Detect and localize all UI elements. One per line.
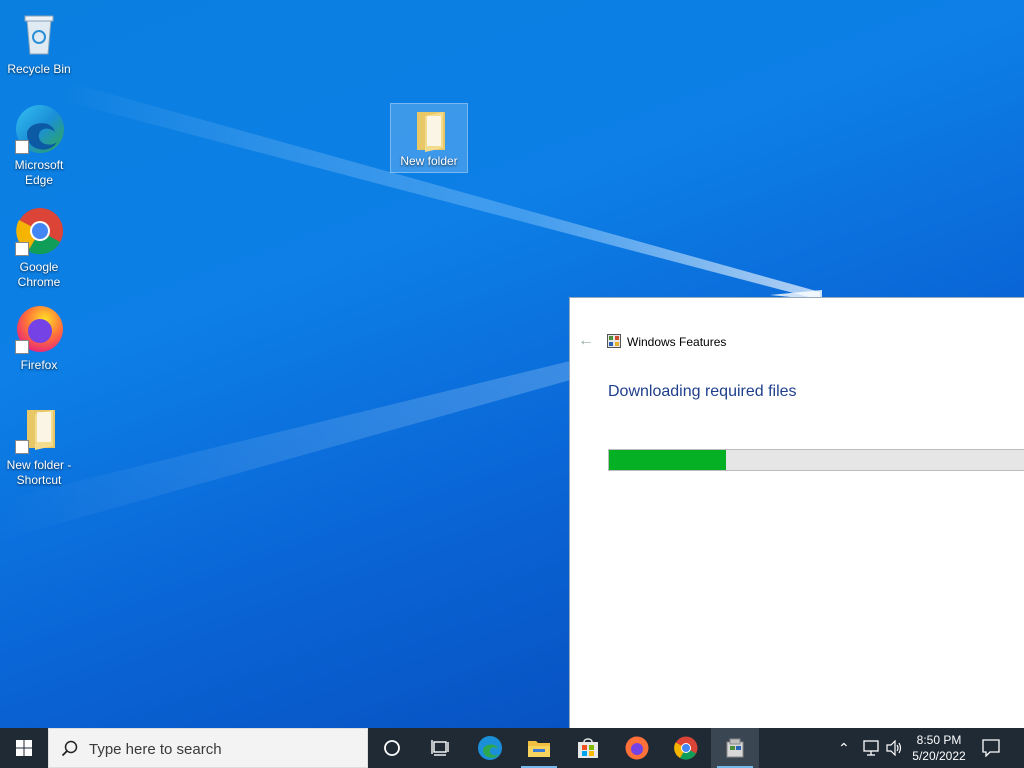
start-icon <box>16 740 32 756</box>
cortana-button[interactable] <box>368 728 416 768</box>
desktop-icon-new-folder[interactable]: New folder <box>390 103 468 173</box>
download-progress-fill <box>609 450 727 470</box>
download-heading: Downloading required files <box>608 383 797 400</box>
taskbar-store-button[interactable] <box>564 728 612 768</box>
windows-features-window[interactable]: ← Windows Features Downloading required … <box>569 297 1024 728</box>
taskbar-firefox-button[interactable] <box>613 728 661 768</box>
taskbar-clock[interactable]: 8:50 PM 5/20/2022 <box>905 732 973 764</box>
shortcut-arrow-icon <box>15 440 29 454</box>
shortcut-arrow-icon <box>15 242 29 256</box>
task-view-button[interactable] <box>416 728 464 768</box>
start-button[interactable] <box>0 728 48 768</box>
clock-time: 8:50 PM <box>916 733 962 747</box>
desktop-icon-label: Firefox <box>20 358 58 372</box>
folder-shortcut-icon <box>13 404 65 456</box>
edge-icon <box>478 736 502 760</box>
window-header: ← Windows Features <box>570 330 1024 354</box>
volume-icon[interactable] <box>886 740 904 756</box>
chrome-icon <box>13 206 65 258</box>
desktop-icon-label: Google Chrome <box>17 260 61 289</box>
shortcut-arrow-icon <box>15 140 29 154</box>
search-input[interactable] <box>87 737 361 761</box>
taskbar-edge-button[interactable] <box>466 728 514 768</box>
folder-icon <box>403 108 455 160</box>
windows-features-icon <box>607 334 621 348</box>
desktop-icon-label: Microsoft Edge <box>14 158 64 187</box>
download-progress-bar <box>608 449 1024 471</box>
desktop-icon-recycle-bin[interactable]: Recycle Bin <box>0 8 78 77</box>
taskbar-search-box[interactable] <box>48 728 368 768</box>
taskbar: ⌃ 8:50 PM 5/20/2022 <box>0 728 1024 768</box>
notifications-icon[interactable] <box>982 739 1000 757</box>
chrome-icon <box>674 736 698 760</box>
edge-icon <box>13 104 65 156</box>
taskbar-file-explorer-button[interactable] <box>515 728 563 768</box>
clock-date: 5/20/2022 <box>912 749 966 763</box>
desktop-icon-label: New folder - Shortcut <box>6 458 72 487</box>
windows-features-icon <box>726 738 744 758</box>
store-icon <box>578 738 598 758</box>
taskbar-windows-features-button[interactable] <box>711 728 759 768</box>
network-icon[interactable] <box>862 740 880 756</box>
show-hidden-icons-icon[interactable]: ⌃ <box>838 738 850 758</box>
desktop-icon-chrome[interactable]: Google Chrome <box>0 206 78 290</box>
cortana-icon <box>384 740 400 756</box>
window-title: Windows Features <box>627 335 727 349</box>
firefox-icon <box>13 304 65 356</box>
search-icon <box>61 740 78 757</box>
desktop-icon-label: Recycle Bin <box>7 62 71 76</box>
desktop-icon-edge[interactable]: Microsoft Edge <box>0 104 78 188</box>
desktop-icon-folder-shortcut[interactable]: New folder - Shortcut <box>0 404 78 488</box>
taskbar-chrome-button[interactable] <box>662 728 710 768</box>
recycle-bin-icon <box>13 8 65 60</box>
file-explorer-icon <box>528 741 550 757</box>
task-view-icon <box>431 740 449 756</box>
desktop-icon-firefox[interactable]: Firefox <box>0 304 78 373</box>
firefox-icon <box>625 736 649 760</box>
shortcut-arrow-icon <box>15 340 29 354</box>
back-arrow-icon[interactable]: ← <box>578 333 594 349</box>
